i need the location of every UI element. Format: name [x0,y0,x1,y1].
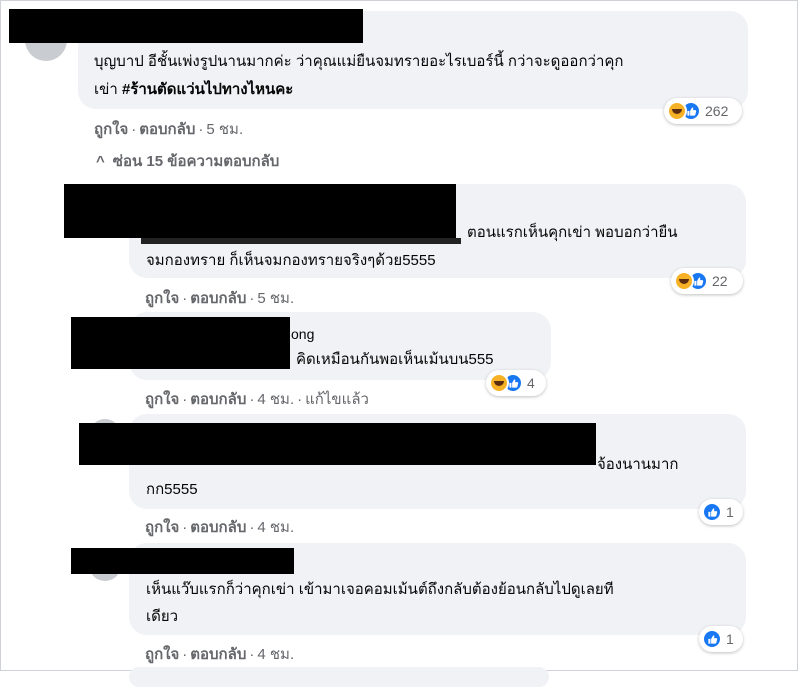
hide-replies-toggle[interactable]: ^ ซ่อน 15 ข้อความตอบกลับ [96,149,279,173]
reply-bubble [129,667,549,687]
redacted-name [64,184,456,238]
reaction-count: 1 [726,631,734,647]
reaction-summary[interactable]: 22 [671,268,743,294]
like-link[interactable]: ถูกใจ [145,391,179,408]
comment-text: ตอนแรกเห็นคุกเข่า พอบอกว่ายืน [467,224,678,241]
reaction-count: 1 [726,504,734,520]
reaction-summary[interactable]: 262 [664,98,742,124]
comment-text: จมกองทราย ก็เห็นจมกองทรายจริงๆด้วย5555 [146,252,436,269]
reaction-count: 262 [705,103,729,119]
timestamp[interactable]: 5 ชม. [206,121,243,138]
hashtag-link[interactable]: #ร้านตัดแว่นไปทางไหนคะ [122,81,293,98]
comments-panel: บุญบาป อีชั้นเพ่งรูปนานมากค่ะ ว่าคุณแม่ย… [0,0,798,687]
comment-actions: ถูกใจ · ตอบกลับ · 5 ชม. [94,121,244,138]
like-link[interactable]: ถูกใจ [94,121,128,138]
comment-text: เห็นแว๊บแรกก็ว่าคุกเข่า เข้ามาเจอคอมเม้น… [146,581,614,598]
redacted-name [71,317,290,369]
haha-emoji-icon [667,101,687,121]
haha-emoji-icon [489,373,509,393]
comment-text: คิดเหมือนกันพอเห็นเม้นบน555 [296,351,494,368]
comment-text: จ้องนานมาก [597,456,679,473]
like-emoji-icon [702,629,722,649]
redacted-name [79,423,596,465]
like-link[interactable]: ถูกใจ [145,519,179,536]
haha-emoji-icon [674,271,694,291]
timestamp[interactable]: 4 ชม. [257,391,294,408]
redacted-name [71,548,294,574]
reaction-summary[interactable]: 4 [486,370,546,396]
reply-link[interactable]: ตอบกลับ [190,290,246,307]
reply-link[interactable]: ตอบกลับ [139,121,195,138]
timestamp[interactable]: 4 ชม. [257,646,294,663]
like-link[interactable]: ถูกใจ [145,646,179,663]
comment-text: เข่า #ร้านตัดแว่นไปทางไหนคะ [94,81,294,98]
comment-actions: ถูกใจ · ตอบกลับ · 4 ชม. [145,646,295,663]
reaction-summary[interactable]: 1 [699,499,743,525]
hide-replies-label: ซ่อน 15 ข้อความตอบกลับ [112,153,280,170]
redacted-name [9,9,363,43]
comment-actions: ถูกใจ · ตอบกลับ · 4 ชม. · แก้ไขแล้ว [145,391,369,408]
like-link[interactable]: ถูกใจ [145,290,179,307]
reaction-count: 22 [712,273,728,289]
comment-text: กก5555 [146,481,198,498]
like-emoji-icon [702,502,722,522]
comment-text: เดียว [146,608,179,625]
comment-actions: ถูกใจ · ตอบกลับ · 5 ชม. [145,290,295,307]
reply-link[interactable]: ตอบกลับ [190,519,246,536]
reaction-count: 4 [527,375,535,391]
timestamp[interactable]: 4 ชม. [257,519,294,536]
timestamp[interactable]: 5 ชม. [257,290,294,307]
chevron-up-icon: ^ [96,153,105,170]
comment-text: บุญบาป อีชั้นเพ่งรูปนานมากค่ะ ว่าคุณแม่ย… [94,53,624,70]
comment-actions: ถูกใจ · ตอบกลับ · 4 ชม. [145,519,295,536]
author-name-fragment[interactable]: ong [291,324,314,344]
reply-link[interactable]: ตอบกลับ [190,646,246,663]
reply-link[interactable]: ตอบกลับ [190,391,246,408]
redacted-name [141,238,461,244]
edited-label[interactable]: แก้ไขแล้ว [305,391,369,408]
reaction-summary[interactable]: 1 [699,626,743,652]
